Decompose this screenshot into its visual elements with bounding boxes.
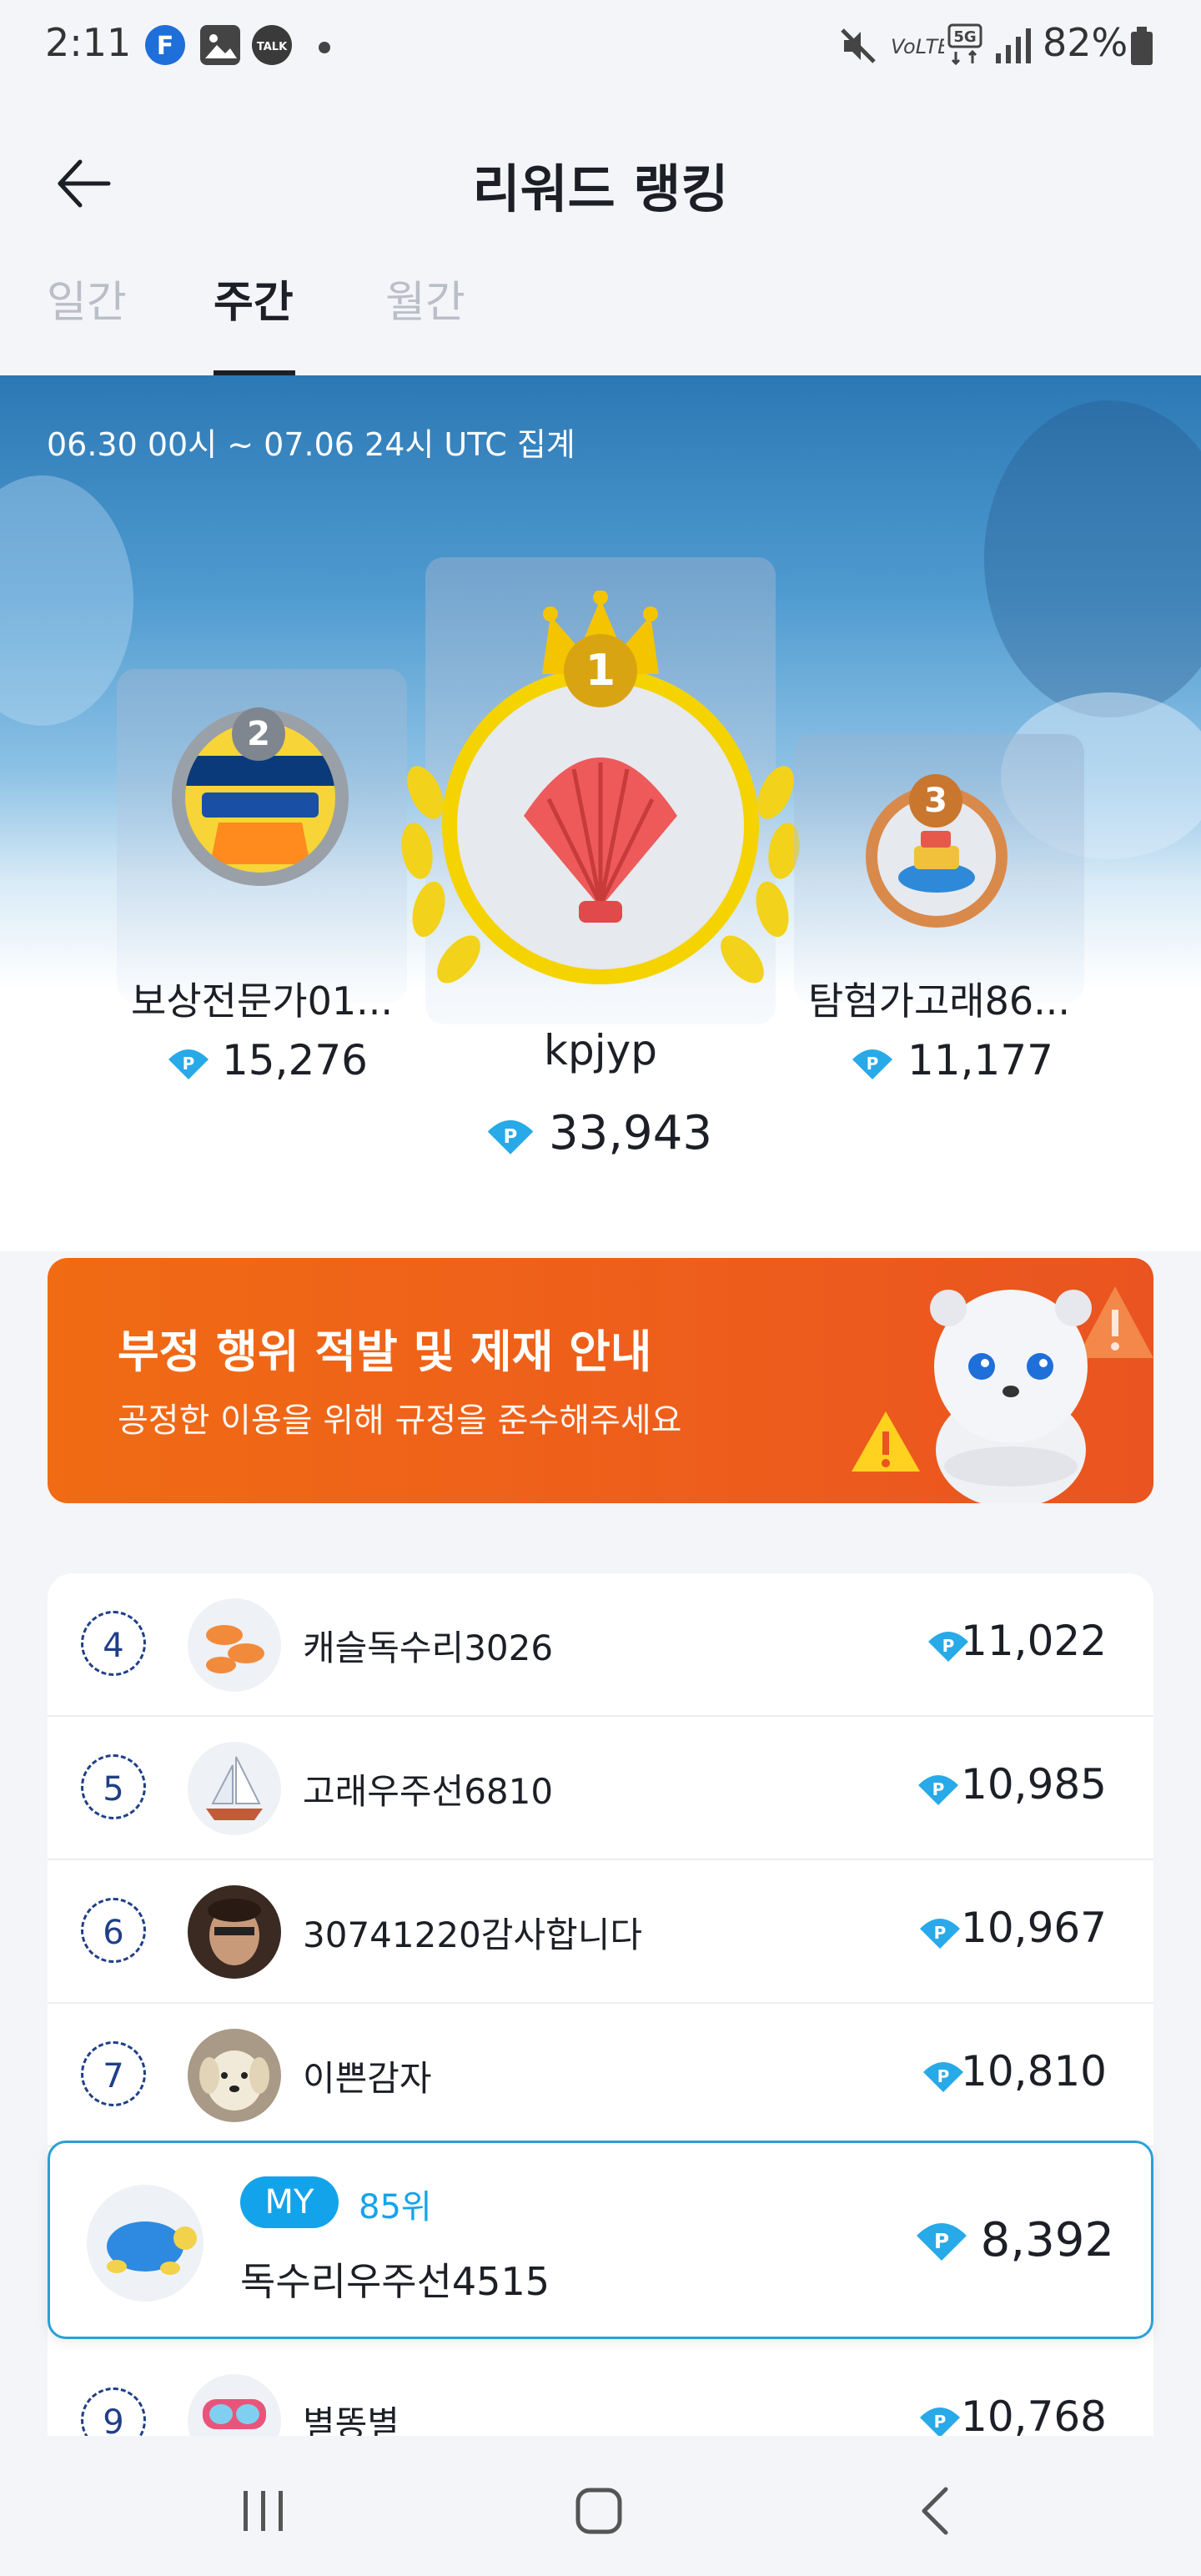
system-navigation-bar: [0, 2436, 1201, 2576]
5g-icon: 5G: [947, 23, 982, 65]
status-bar: 2:11 F TALK VoLTE 5G 82%: [0, 0, 1201, 92]
rank-number: 4: [81, 1611, 146, 1676]
back-icon[interactable]: [917, 2484, 954, 2538]
third-place-points: 11,177: [907, 1036, 1053, 1084]
point-icon: P: [917, 2223, 967, 2261]
user-points: 10,768: [961, 2392, 1107, 2441]
avatar: [188, 2029, 281, 2122]
point-icon: P: [852, 1049, 892, 1079]
my-points: 8,392: [980, 2213, 1114, 2267]
first-place-points: 33,943: [549, 1106, 712, 1160]
user-points: 10,985: [961, 1760, 1107, 1809]
rank-number: 7: [81, 2041, 146, 2106]
list-item[interactable]: 7 이쁜감자 P 10,810: [48, 2004, 1153, 2147]
list-item[interactable]: 4 캐슬독수리3026 P 11,022: [48, 1573, 1153, 1717]
svg-text:TALK: TALK: [257, 41, 288, 53]
signal-icon: [996, 28, 1031, 63]
tab-weekly[interactable]: 주간: [214, 267, 294, 330]
avatar: [188, 1598, 281, 1692]
user-points: 11,022: [961, 1617, 1107, 1665]
banner-title: 부정 행위 적발 및 제재 안내: [118, 1326, 652, 1378]
recent-apps-icon[interactable]: [239, 2488, 289, 2534]
svg-text:P: P: [934, 2412, 947, 2432]
podium-section: 06.30 00시 ~ 07.06 24시 UTC 집계 2 보상전문가01..…: [0, 375, 1201, 1251]
svg-text:P: P: [932, 1779, 945, 1799]
rank-number: 5: [81, 1754, 146, 1819]
third-rank-badge: 3: [909, 774, 962, 828]
point-icon: P: [920, 2407, 960, 2438]
aggregation-period: 06.30 00시 ~ 07.06 24시 UTC 집계: [47, 426, 575, 463]
svg-text:P: P: [937, 2066, 950, 2086]
user-name: 캐슬독수리3026: [303, 1628, 554, 1668]
svg-text:P: P: [504, 1126, 518, 1148]
svg-text:P: P: [183, 1054, 195, 1074]
list-item[interactable]: 5 고래우주선6810 P 10,985: [48, 1717, 1153, 1860]
user-name: 30741220감사합니다: [303, 1914, 642, 1955]
header: 리워드 랭킹 일간 주간 월간: [0, 92, 1201, 375]
second-rank-badge: 2: [232, 707, 285, 761]
second-place-name: 보상전문가01...: [131, 979, 393, 1024]
svg-text:VoLTE: VoLTE: [891, 35, 944, 58]
user-name: 이쁜감자: [303, 2058, 432, 2099]
ranking-list: 4 캐슬독수리3026 P 11,022 5 고래우주선6810 P 10,98…: [48, 1573, 1153, 2491]
second-place-points: 15,276: [222, 1036, 368, 1084]
point-icon: P: [918, 1775, 958, 1805]
notification-dot-icon: [319, 42, 330, 53]
tab-daily[interactable]: 일간: [47, 267, 127, 330]
my-rank-card[interactable]: MY 85위 독수리우주선4515 P 8,392: [48, 2141, 1153, 2339]
list-item[interactable]: 6 30741220감사합니다 P 10,967: [48, 1860, 1153, 2004]
home-icon[interactable]: [574, 2486, 624, 2536]
banner-subtitle: 공정한 이용을 위해 규정을 준수해주세요: [118, 1401, 682, 1440]
dog-photo-icon: [199, 2050, 269, 2111]
my-badge: MY: [240, 2176, 339, 2228]
point-icon: P: [920, 1919, 960, 1949]
user-name: 고래우주선6810: [303, 1771, 554, 1812]
avatar: [188, 1885, 281, 1979]
rank-number: 6: [81, 1898, 146, 1963]
mascot-otter-icon: [930, 1290, 1092, 1503]
first-place-name: kpjyp: [544, 1026, 657, 1074]
my-user-name: 독수리우주선4515: [240, 2259, 550, 2304]
third-place-name: 탐험가고래86...: [808, 979, 1070, 1024]
coral-decoration: [984, 400, 1201, 717]
talk-icon: TALK: [252, 25, 292, 65]
svg-text:P: P: [934, 1923, 947, 1943]
sailboat-icon: [206, 1756, 263, 1820]
tab-monthly[interactable]: 월간: [385, 267, 465, 330]
status-time: 2:11: [45, 20, 132, 65]
user-points: 10,967: [961, 1904, 1107, 1952]
first-rank-badge: 1: [564, 634, 637, 707]
coral-decoration: [0, 475, 133, 726]
point-icon: P: [168, 1049, 209, 1079]
warning-icon: [852, 1411, 920, 1472]
svg-text:P: P: [942, 1636, 955, 1656]
first-place-avatar[interactable]: [457, 682, 744, 969]
turtle-icon: [107, 2221, 197, 2275]
svg-text:5G: 5G: [953, 28, 976, 46]
fish-icon: [206, 1625, 264, 1673]
avatar: [188, 1742, 281, 1835]
person-photo-icon: [208, 1899, 261, 1965]
svg-text:F: F: [157, 32, 174, 61]
my-avatar: [87, 2185, 204, 2302]
seashell-icon: [524, 757, 677, 923]
f-app-icon: F: [145, 25, 185, 65]
point-icon: P: [923, 2062, 963, 2092]
my-rank-number: 85위: [359, 2188, 432, 2226]
user-points: 10,810: [961, 2047, 1107, 2096]
point-icon: P: [487, 1119, 534, 1155]
svg-text:P: P: [934, 2229, 949, 2253]
svg-text:P: P: [867, 1054, 879, 1074]
battery-percent: 82%: [1043, 20, 1128, 65]
page-title: 리워드 랭킹: [472, 158, 729, 219]
volte-icon: VoLTE: [891, 35, 944, 58]
gallery-icon: [200, 25, 240, 65]
mute-icon: [841, 28, 876, 63]
battery-icon: [1131, 27, 1153, 65]
fraud-notice-banner[interactable]: 부정 행위 적발 및 제재 안내 공정한 이용을 위해 규정을 준수해주세요: [48, 1258, 1153, 1503]
